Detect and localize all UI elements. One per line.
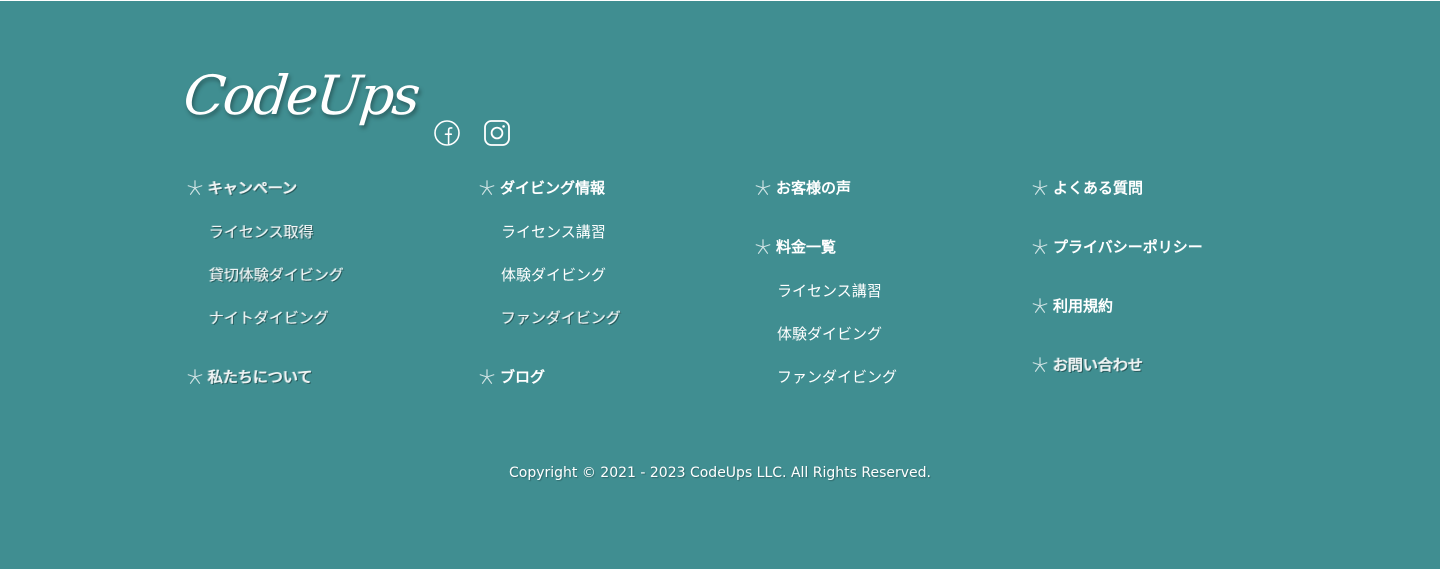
nav-faq[interactable]: よくある質問 (1031, 176, 1143, 200)
logo[interactable]: CodeUps (181, 64, 422, 127)
starfish-icon (1032, 239, 1048, 254)
nav-night-diving[interactable]: ナイトダイビング (186, 306, 329, 330)
copyright-text: Copyright © 2021 - 2023 CodeUps LLC. All… (509, 465, 931, 481)
nav-price-trial-diving[interactable]: 体験ダイビング (754, 322, 882, 346)
nav-faq-label: よくある質問 (1053, 179, 1144, 197)
nav-contact[interactable]: お問い合わせ (1031, 353, 1143, 377)
facebook-icon (434, 120, 460, 146)
nav-license[interactable]: ライセンス取得 (186, 220, 314, 244)
instagram-icon (484, 120, 510, 146)
instagram-link[interactable] (483, 119, 511, 147)
nav-privacy[interactable]: プライバシーポリシー (1031, 235, 1203, 259)
starfish-icon (1032, 180, 1048, 195)
nav-campaign[interactable]: キャンペーン (186, 176, 297, 200)
starfish-icon (755, 180, 771, 195)
nav-price-label: 料金一覧 (776, 238, 837, 256)
nav-charter-diving[interactable]: 貸切体験ダイビング (186, 263, 344, 287)
nav-terms-label: 利用規約 (1053, 297, 1114, 315)
nav-diving-info-label: ダイビング情報 (500, 179, 606, 197)
starfish-icon (187, 180, 203, 195)
starfish-icon (187, 369, 203, 384)
nav-blog-label: ブログ (500, 368, 546, 386)
nav-about[interactable]: 私たちについて (186, 365, 313, 389)
nav-contact-label: お問い合わせ (1053, 356, 1144, 374)
nav-license-course[interactable]: ライセンス講習 (478, 220, 606, 244)
nav-diving-info[interactable]: ダイビング情報 (478, 176, 605, 200)
starfish-icon (1032, 357, 1048, 372)
starfish-icon (1032, 298, 1048, 313)
nav-privacy-label: プライバシーポリシー (1053, 238, 1203, 256)
nav-trial-diving[interactable]: 体験ダイビング (478, 263, 606, 287)
nav-campaign-label: キャンペーン (208, 179, 298, 197)
nav-about-label: 私たちについて (208, 368, 313, 386)
nav-price-fun-diving[interactable]: ファンダイビング (754, 365, 897, 389)
nav-price[interactable]: 料金一覧 (754, 235, 836, 259)
nav-fun-diving[interactable]: ファンダイビング (478, 306, 621, 330)
site-footer: CodeUps キャンペーン ライセンス取得 貸切体験ダイビング ナイトダイビン… (0, 1, 1440, 569)
nav-price-license-course[interactable]: ライセンス講習 (754, 279, 882, 303)
starfish-icon (479, 369, 495, 384)
facebook-link[interactable] (433, 119, 461, 147)
starfish-icon (755, 239, 771, 254)
nav-customer-voice-label: お客様の声 (776, 179, 852, 197)
nav-terms[interactable]: 利用規約 (1031, 294, 1113, 318)
nav-blog[interactable]: ブログ (478, 365, 545, 389)
nav-customer-voice[interactable]: お客様の声 (754, 176, 851, 200)
starfish-icon (479, 180, 495, 195)
